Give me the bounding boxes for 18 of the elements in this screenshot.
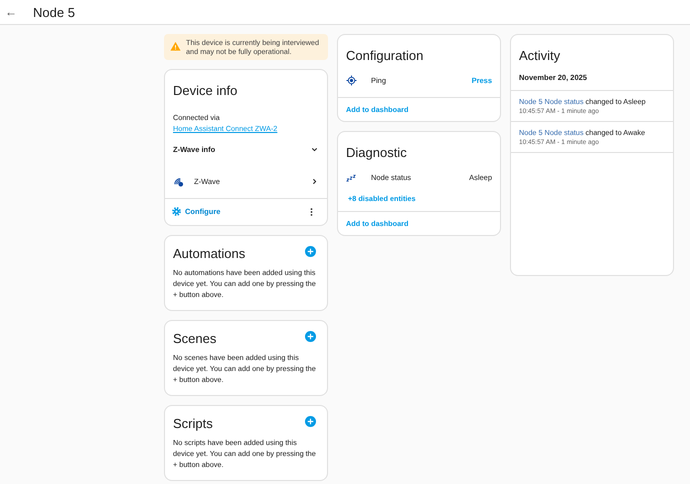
add-button[interactable] bbox=[305, 246, 316, 257]
card-title: Scripts bbox=[172, 415, 214, 433]
more-icon[interactable] bbox=[310, 206, 313, 216]
page-title: Node 5 bbox=[33, 4, 75, 20]
warning-icon bbox=[170, 41, 181, 52]
add-button[interactable] bbox=[305, 331, 316, 342]
card-title: Configuration bbox=[345, 47, 424, 65]
back-button[interactable]: ← bbox=[5, 5, 17, 19]
chevron-right-icon bbox=[310, 176, 319, 186]
zwave-icon bbox=[173, 176, 184, 186]
card-title: Device info bbox=[172, 82, 238, 100]
add-button[interactable] bbox=[305, 416, 316, 427]
settings-icon bbox=[171, 206, 182, 217]
card-title: Automations bbox=[172, 245, 246, 263]
card-title: Diagnostic bbox=[345, 144, 408, 162]
card-title: Scenes bbox=[172, 330, 218, 348]
card-title: Activity bbox=[518, 47, 562, 65]
target-icon bbox=[346, 74, 357, 86]
